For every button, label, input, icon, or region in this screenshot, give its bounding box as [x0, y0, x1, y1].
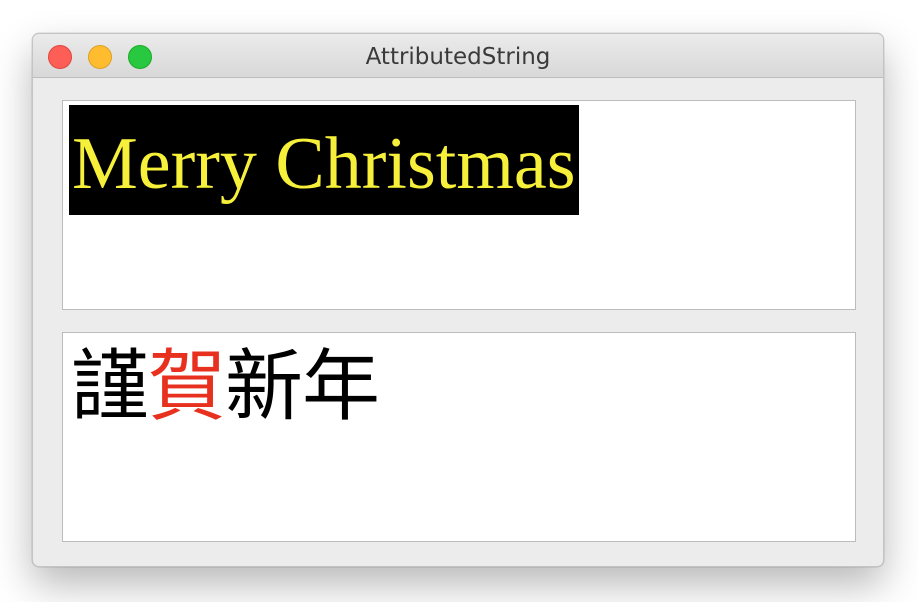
- app-window: AttributedString Merry Christmas 謹賀新年: [32, 33, 884, 567]
- window-title: AttributedString: [365, 44, 551, 70]
- attributed-text-view-japanese[interactable]: 謹賀新年: [62, 332, 856, 542]
- text-segment-kin: 謹: [71, 342, 149, 432]
- text-segment-shinnen: 新年: [225, 342, 380, 432]
- attributed-text-view-english[interactable]: Merry Christmas: [62, 100, 856, 310]
- merry-christmas-text: Merry Christmas: [69, 105, 579, 215]
- text-segment-ga-red: 賀: [148, 342, 226, 432]
- title-bar[interactable]: AttributedString: [33, 34, 883, 78]
- new-year-greeting-text: 謹賀新年: [71, 337, 380, 437]
